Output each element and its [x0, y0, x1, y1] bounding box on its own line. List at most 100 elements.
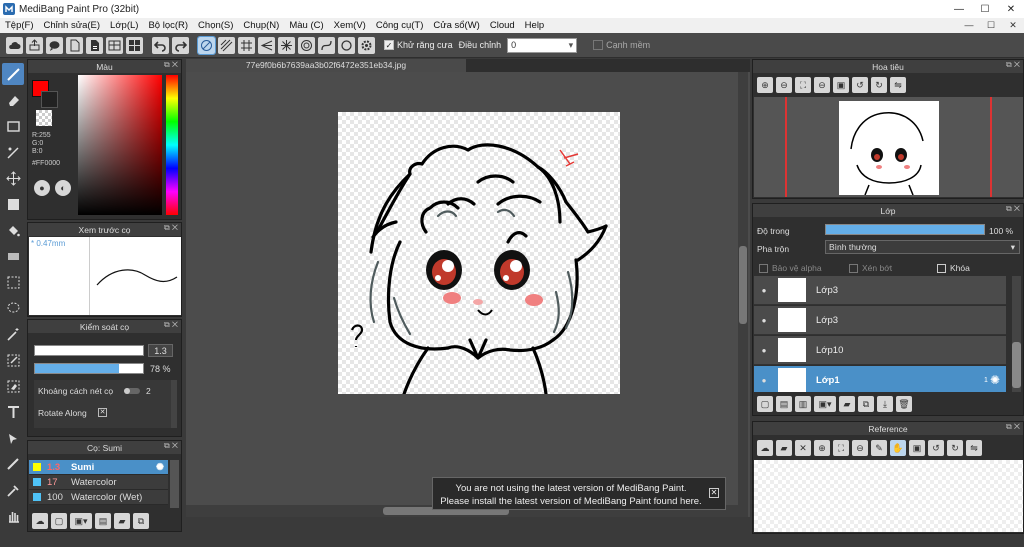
brush-size-value[interactable]: 1.3 — [148, 344, 173, 357]
correction-select[interactable]: 0 — [507, 37, 578, 53]
eraser-tool-icon[interactable] — [2, 89, 24, 111]
select-eraser-tool-icon[interactable] — [2, 375, 24, 397]
layer-settings-icon[interactable]: ✺ — [990, 373, 1000, 387]
protect-alpha-option[interactable]: Bảo vệ alpha — [759, 263, 822, 274]
share-icon[interactable] — [26, 36, 43, 54]
panel-float-icon[interactable]: ⧉ ✕ — [1006, 60, 1020, 70]
snap-settings-icon[interactable] — [358, 36, 375, 54]
brush-list-scrollbar[interactable] — [170, 460, 179, 508]
saturation-value-field[interactable] — [78, 75, 162, 215]
update-notice-close-button[interactable]: ✕ — [709, 488, 719, 498]
new-halftone-layer-icon[interactable]: ▤ — [776, 396, 792, 412]
brush-tool-icon[interactable] — [2, 63, 24, 85]
menu-select[interactable]: Chọn(S) — [193, 20, 238, 31]
zoom-out-small-icon[interactable]: ⊖ — [814, 77, 830, 93]
document-tab[interactable]: 77e9f0b6b7639aa3b02f6472e351eb34.jpg — [186, 59, 466, 72]
minimize-button[interactable]: — — [946, 0, 972, 18]
palette-icon[interactable]: ● — [34, 180, 50, 196]
bucket-tool-icon[interactable] — [2, 219, 24, 241]
hand-tool-icon[interactable] — [2, 505, 24, 527]
menu-cloud[interactable]: Cloud — [485, 20, 520, 31]
brush-size-slider[interactable] — [34, 345, 144, 356]
visibility-eye-icon[interactable]: ● — [754, 316, 774, 325]
lasso-tool-icon[interactable] — [2, 297, 24, 319]
dot-brush-tool-icon[interactable] — [2, 141, 24, 163]
navigator-preview[interactable] — [754, 97, 1023, 197]
color-picker-icon[interactable]: ◐ — [55, 180, 71, 196]
layer-list-scrollbar[interactable] — [1012, 276, 1021, 392]
spacing-toggle[interactable] — [124, 388, 140, 394]
comment-icon[interactable] — [46, 36, 63, 54]
zoom-out-icon[interactable]: ⊖ — [852, 440, 868, 456]
radial-snap-icon[interactable] — [278, 36, 295, 54]
duplicate-brush-icon[interactable]: ⧉ — [133, 513, 149, 529]
zoom-in-icon[interactable]: ⊕ — [814, 440, 830, 456]
actual-size-icon[interactable]: ▣ — [909, 440, 925, 456]
new-file-icon[interactable] — [66, 36, 83, 54]
secondary-color-swatch[interactable] — [41, 91, 58, 108]
rectangle-tool-icon[interactable] — [2, 115, 24, 137]
merge-layer-icon[interactable]: ⤓ — [877, 396, 893, 412]
comic-pages-icon[interactable] — [106, 36, 123, 54]
doc-close-button[interactable]: ✕ — [1002, 18, 1024, 33]
clipping-option[interactable]: Xén bớt — [849, 263, 892, 274]
hue-slider[interactable] — [166, 75, 178, 215]
rotate-along-checkbox[interactable]: ✕ — [98, 408, 107, 417]
cloud-brush-icon[interactable]: ☁ — [32, 513, 48, 529]
cloud-icon[interactable] — [6, 36, 23, 54]
actual-size-icon[interactable]: ▣ — [833, 77, 849, 93]
visibility-eye-icon[interactable]: ● — [754, 286, 774, 295]
menu-snap[interactable]: Chụp(N) — [238, 20, 284, 31]
new-brush-icon[interactable]: ▢ — [51, 513, 67, 529]
add-layer-dropdown-icon[interactable]: ▣▾ — [814, 396, 836, 412]
layer-row-selected[interactable]: ● Lớp1 1 ✺ — [754, 366, 1006, 392]
menu-color[interactable]: Màu (C) — [284, 20, 328, 31]
close-button[interactable]: ✕ — [998, 0, 1024, 18]
parallel-snap-icon[interactable] — [218, 36, 235, 54]
visibility-eye-icon[interactable]: ● — [754, 376, 774, 385]
reference-canvas[interactable] — [754, 460, 1023, 532]
blend-mode-select[interactable]: Bình thường ▾ — [825, 240, 1020, 254]
curve-snap-icon[interactable] — [318, 36, 335, 54]
protect-alpha-checkbox[interactable] — [759, 264, 768, 274]
brush-properties-icon[interactable]: ▤ — [95, 513, 111, 529]
lock-checkbox[interactable] — [937, 264, 946, 274]
canvas-area[interactable]: You are not using the latest version of … — [186, 72, 750, 517]
divide-tool-icon[interactable] — [2, 453, 24, 475]
canvas-vertical-scrollbar[interactable] — [738, 72, 748, 517]
drawing-canvas[interactable] — [338, 112, 620, 396]
lock-option[interactable]: Khóa — [937, 263, 970, 274]
panel-float-icon[interactable]: ⧉ ✕ — [164, 223, 178, 233]
fit-screen-icon[interactable]: ⛶ — [833, 440, 849, 456]
maximize-button[interactable]: ☐ — [972, 0, 998, 18]
brush-opacity-slider[interactable] — [34, 363, 144, 374]
layer-row[interactable]: ● Lớp3 — [754, 276, 1006, 305]
canvas-vertical-scroll-thumb[interactable] — [739, 246, 747, 324]
snap-off-icon[interactable] — [197, 35, 216, 55]
layer-folder-icon[interactable]: ▰ — [839, 396, 855, 412]
circle-snap-icon[interactable] — [338, 36, 355, 54]
open-folder-icon[interactable]: ▰ — [776, 440, 792, 456]
menu-view[interactable]: Xem(V) — [329, 20, 371, 31]
doc-restore-button[interactable]: ☐ — [980, 18, 1002, 33]
eyedropper-icon[interactable]: ✎ — [871, 440, 887, 456]
brush-item-watercolor-wet[interactable]: 100 Watercolor (Wet) — [29, 490, 168, 505]
flip-horizontal-icon[interactable]: ⇋ — [966, 440, 982, 456]
menu-help[interactable]: Help — [520, 20, 550, 31]
rotate-right-icon[interactable]: ↻ — [871, 77, 887, 93]
menu-file[interactable]: Tệp(F) — [0, 20, 39, 31]
brush-item-sumi[interactable]: 1.3 Sumi ✺ — [29, 460, 168, 475]
eyedropper-tool-icon[interactable] — [2, 479, 24, 501]
clipping-checkbox[interactable] — [849, 264, 858, 274]
gradient-tool-icon[interactable] — [2, 245, 24, 267]
duplicate-layer-icon[interactable]: ⧉ — [858, 396, 874, 412]
move-tool-icon[interactable] — [2, 167, 24, 189]
rotate-right-icon[interactable]: ↻ — [947, 440, 963, 456]
menu-filter[interactable]: Bộ lọc(R) — [143, 20, 193, 31]
panel-float-icon[interactable]: ⧉ ✕ — [164, 60, 178, 70]
flip-horizontal-icon[interactable]: ⇋ — [890, 77, 906, 93]
fill-rectangle-tool-icon[interactable] — [2, 193, 24, 215]
cloud-upload-icon[interactable]: ☁ — [757, 440, 773, 456]
select-pen-tool-icon[interactable] — [2, 349, 24, 371]
operation-tool-icon[interactable] — [2, 427, 24, 449]
